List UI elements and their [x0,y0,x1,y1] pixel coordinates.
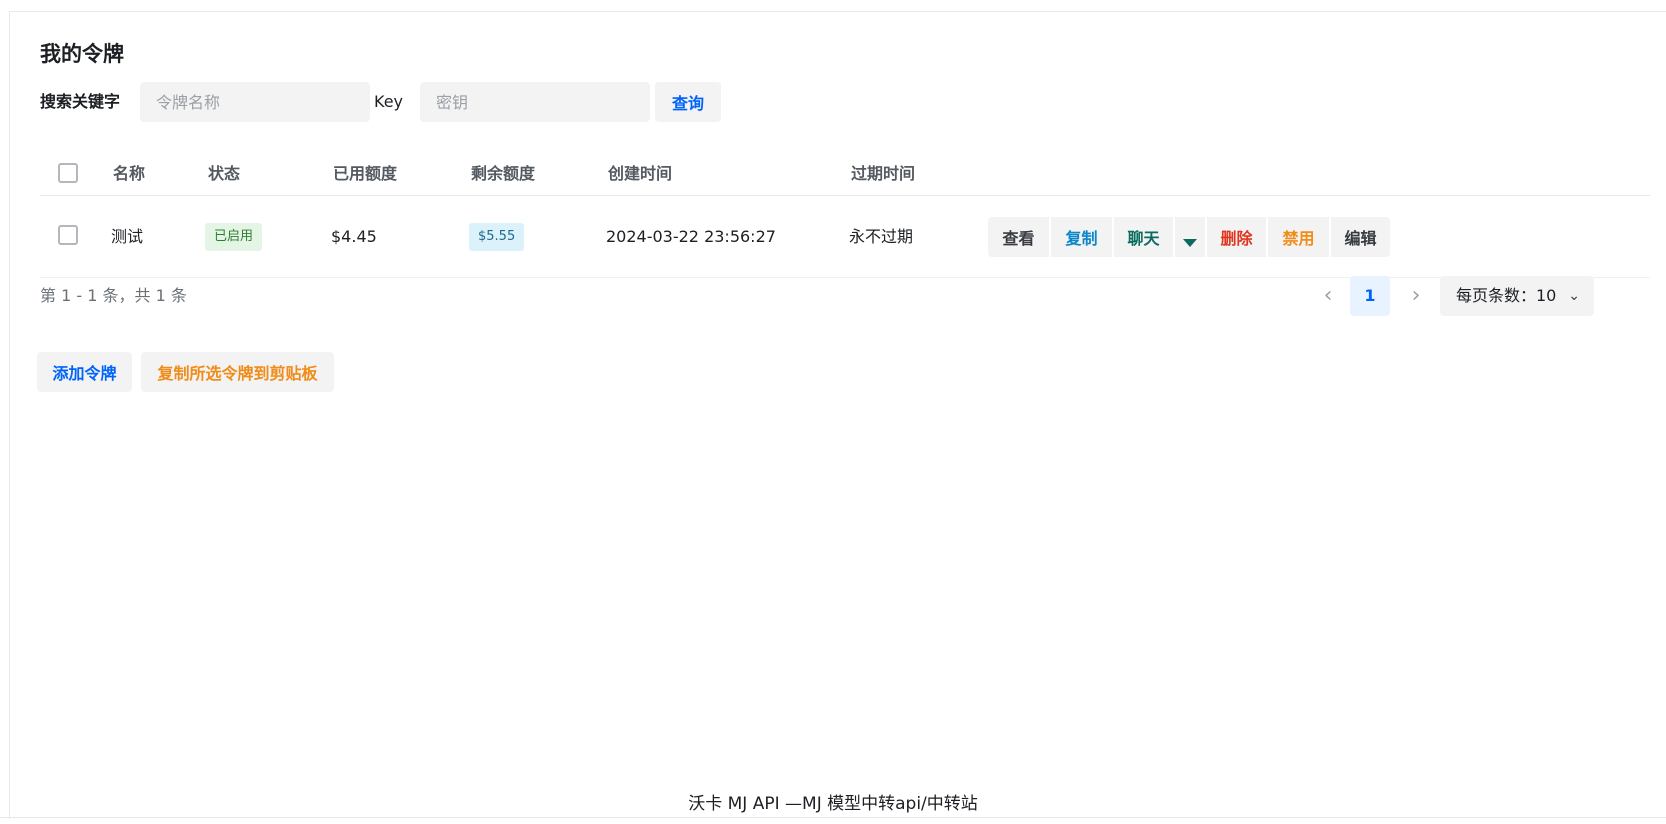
search-form: 搜索关键字 Key 查询 [40,82,940,122]
footer-text: 沃卡 MJ API —MJ 模型中转api/中转站 [0,789,1666,814]
row-checkbox[interactable] [58,225,78,245]
pagination: ‹ 1 › 每页条数：10 ⌄ [1324,276,1650,316]
page: 我的令牌 搜索关键字 Key 查询 名称 状态 已用额度 剩余额度 创建时间 过… [0,0,1666,824]
status-badge: 已启用 [205,223,263,251]
table-row: 测试 已启用 $4.45 $5.55 2024-03-22 23:56:27 永… [40,196,1650,278]
table-header: 名称 状态 已用额度 剩余额度 创建时间 过期时间 [40,151,1650,196]
chat-button[interactable]: 聊天 [1114,217,1173,257]
page-title: 我的令牌 [40,42,124,66]
created-time: 2024-03-22 23:56:27 [606,227,776,246]
view-button[interactable]: 查看 [988,217,1049,257]
column-header-used: 已用额度 [333,164,398,183]
column-header-status: 状态 [208,164,241,183]
column-header-created: 创建时间 [608,164,673,183]
column-header-expires: 过期时间 [851,164,916,183]
chat-dropdown-button[interactable] [1175,217,1205,257]
chevron-left-icon[interactable]: ‹ [1312,276,1344,316]
used-quota: $4.45 [331,227,377,246]
pagination-info: 第 1 - 1 条，共 1 条 [40,286,187,305]
column-header-remaining: 剩余额度 [471,164,536,183]
left-divider [9,11,10,819]
page-size-label: 每页条数：10 [1456,286,1557,305]
page-size-select[interactable]: 每页条数：10 ⌄ [1440,276,1594,316]
chevron-right-icon[interactable]: › [1400,276,1432,316]
chevron-down-icon: ⌄ [1568,288,1580,304]
tokens-table: 名称 状态 已用额度 剩余额度 创建时间 过期时间 测试 已启用 $4.45 $… [40,151,1650,278]
token-name-input[interactable] [140,82,370,122]
column-header-name: 名称 [113,164,146,183]
key-input[interactable] [420,82,650,122]
select-all-checkbox[interactable] [58,163,78,183]
footer-label: 沃卡 MJ API —MJ 模型中转api/中转站 [688,794,978,814]
copy-selected-button[interactable]: 复制所选令牌到剪贴板 [141,352,334,392]
copy-button[interactable]: 复制 [1051,217,1112,257]
footer-divider [0,817,1666,818]
expires-time: 永不过期 [849,227,914,246]
top-divider [9,11,1666,12]
keyword-label: 搜索关键字 [40,92,121,111]
edit-button[interactable]: 编辑 [1331,217,1390,257]
caret-down-icon [1183,239,1197,247]
token-name: 测试 [111,227,144,246]
key-label: Key [374,92,404,111]
delete-button[interactable]: 删除 [1207,217,1266,257]
remaining-quota-badge: $5.55 [469,223,525,251]
page-number-button[interactable]: 1 [1350,276,1390,316]
query-button[interactable]: 查询 [655,82,721,122]
disable-button[interactable]: 禁用 [1268,217,1329,257]
add-token-button[interactable]: 添加令牌 [37,352,132,392]
